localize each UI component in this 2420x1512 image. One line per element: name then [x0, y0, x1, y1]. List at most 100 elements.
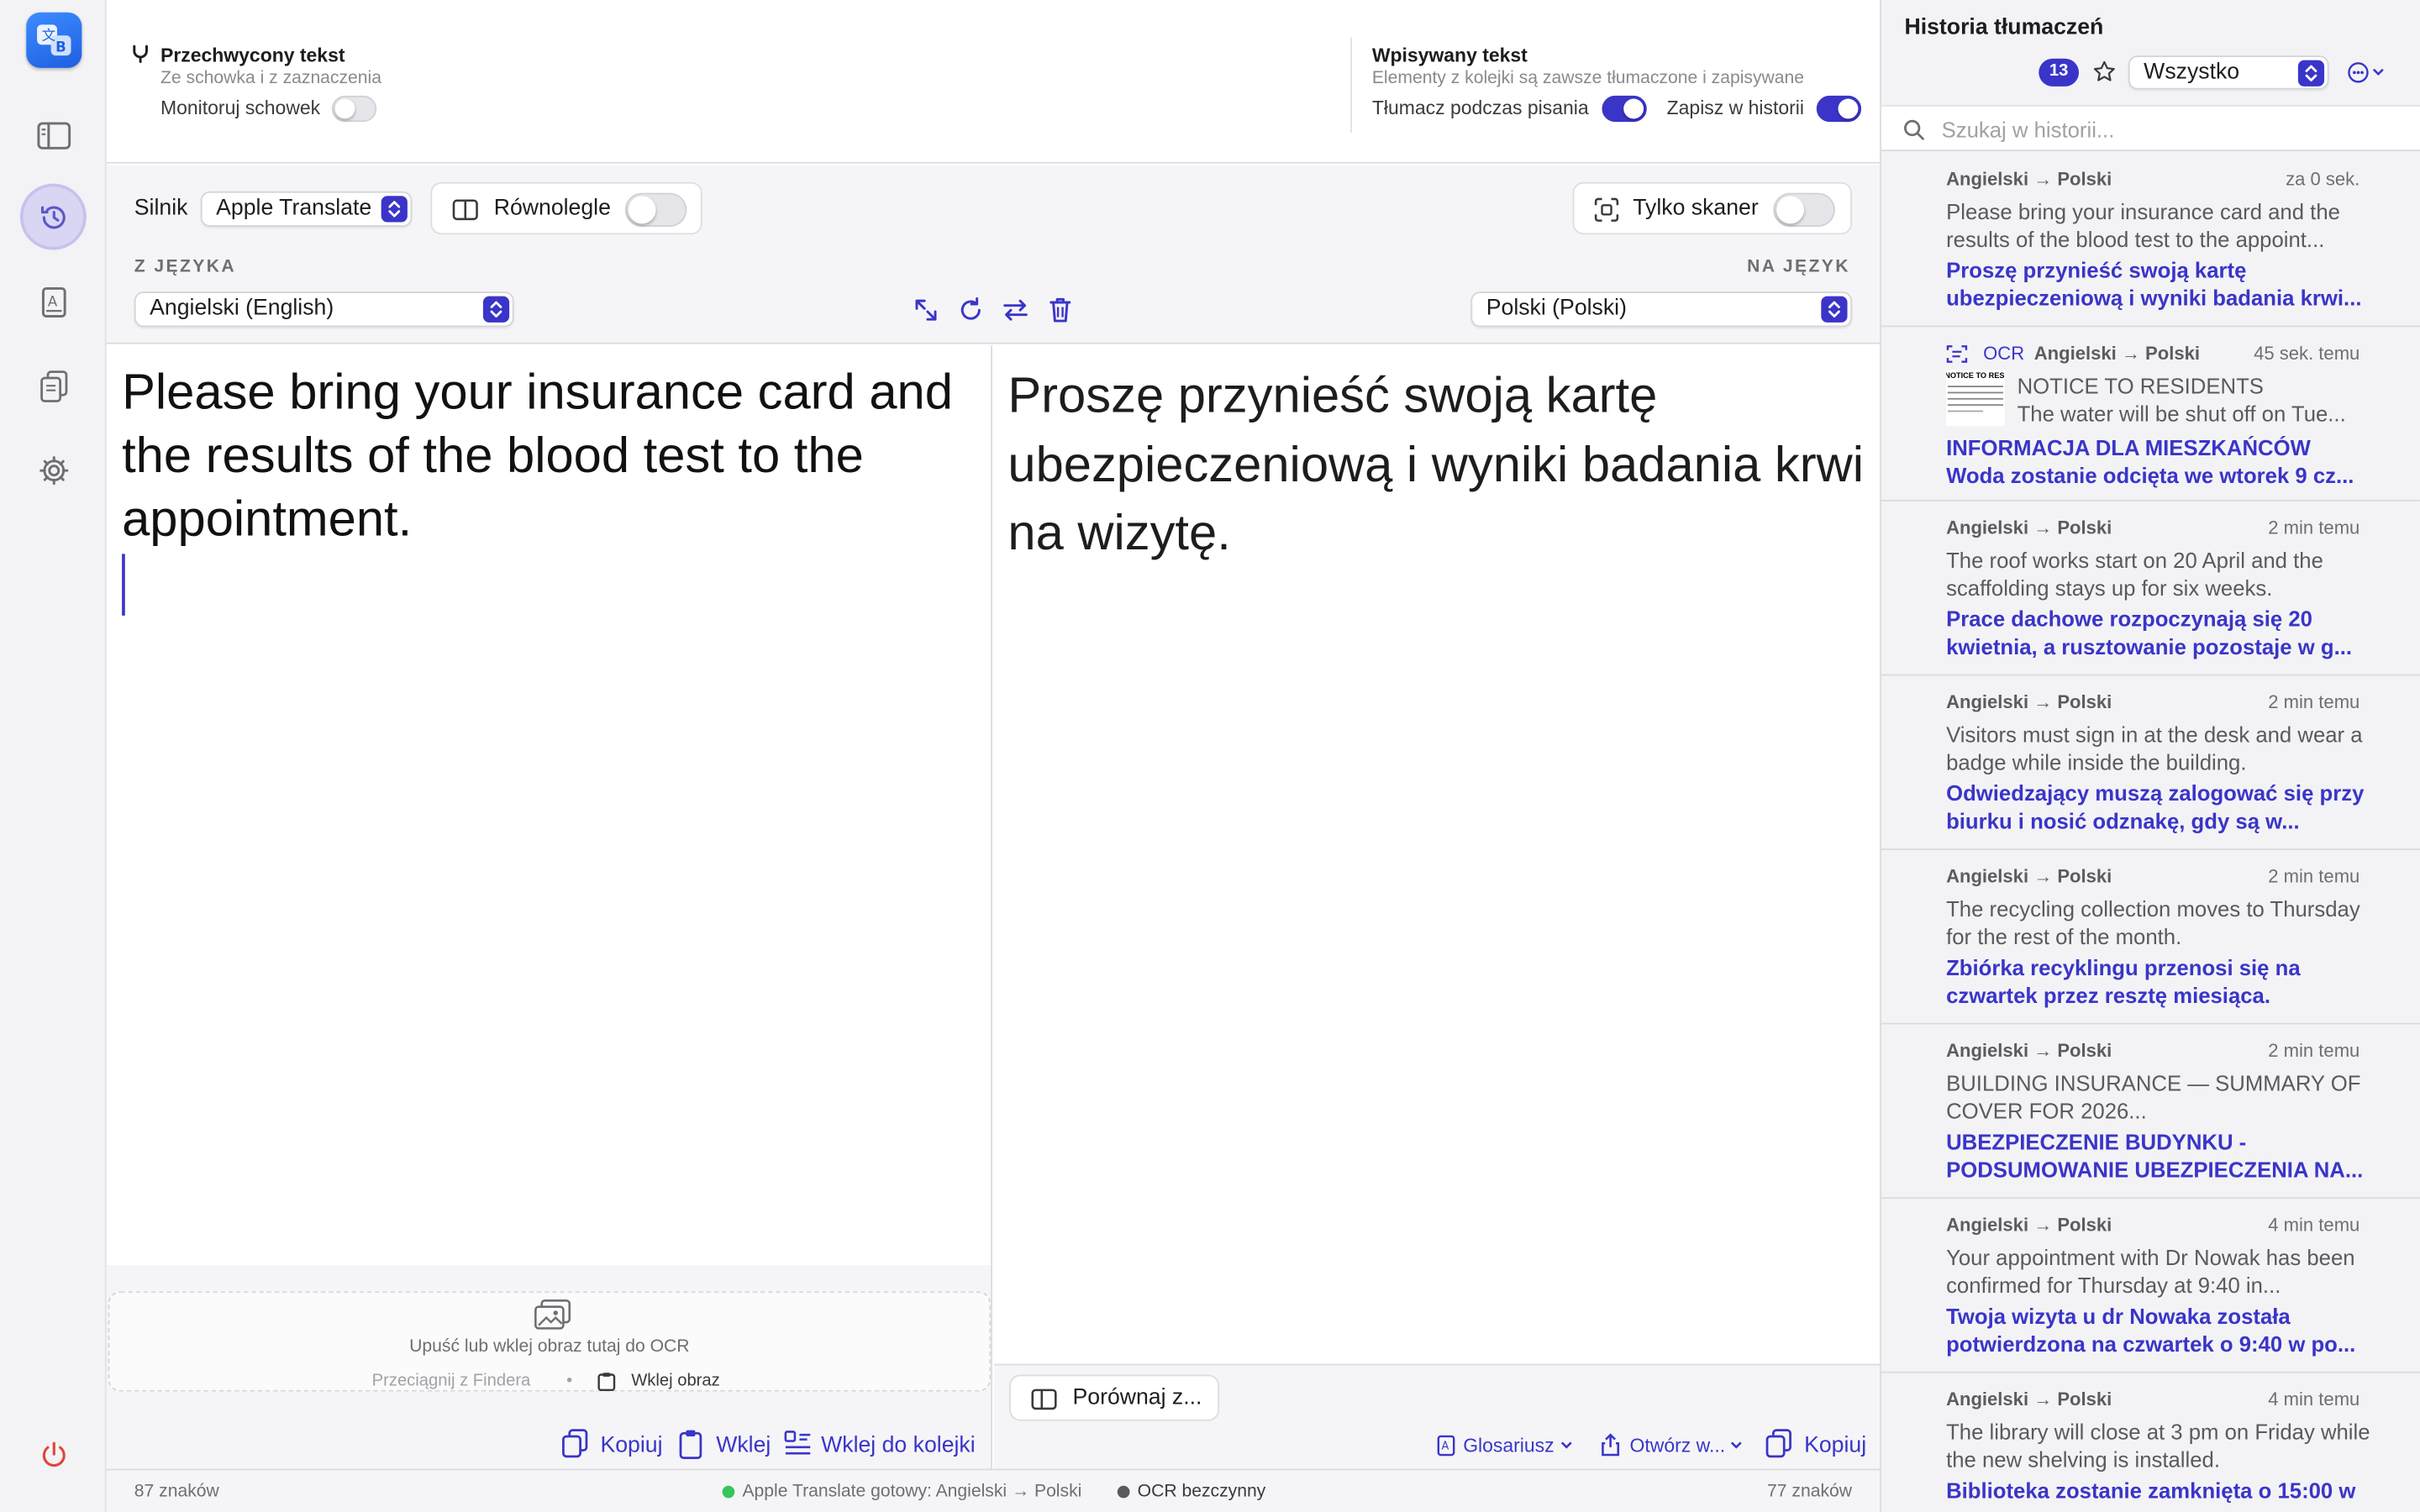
paste-to-queue-button[interactable]: Wklej do kolejki — [821, 1433, 976, 1457]
to-language-header: NA JĘZYK — [1747, 257, 1850, 276]
engine-select[interactable]: Apple Translate — [200, 191, 413, 227]
history-item-source: Please bring your insurance card and the… — [1946, 198, 2340, 251]
history-item[interactable]: Angielski → Polski 4 min temu Your appoi… — [1881, 1199, 2420, 1373]
scanner-label: Tylko skaner — [1633, 196, 1759, 221]
monitor-clipboard-toggle[interactable] — [331, 95, 377, 123]
to-language-select[interactable]: Polski (Polski) — [1470, 291, 1853, 328]
divider — [1350, 37, 1352, 133]
translate-while-typing-toggle[interactable] — [1602, 95, 1647, 123]
engine-value: Apple Translate — [216, 196, 372, 221]
history-item-source-line2: The water will be shut off on Tue... — [2017, 401, 2346, 426]
compare-button[interactable]: Porównaj z... — [1009, 1374, 1219, 1421]
history-item-source: The library will close at 3 pm on Friday… — [1946, 1419, 2370, 1472]
history-item[interactable]: Angielski → Polski 2 min temu The recycl… — [1881, 850, 2420, 1025]
chevron-down-icon — [1730, 1441, 1742, 1449]
swap-languages-icon[interactable] — [1000, 295, 1034, 328]
dictionary-nav-icon[interactable]: A — [20, 269, 87, 335]
paste-image-button[interactable]: Wklej obraz — [631, 1372, 720, 1390]
translation-output: Proszę przynieść swoją kartę ubezpieczen… — [993, 345, 1881, 1364]
save-history-toggle[interactable] — [1816, 95, 1862, 123]
search-icon — [1904, 119, 1924, 140]
history-item[interactable]: Angielski → Polski 2 min temu Visitors m… — [1881, 675, 2420, 851]
share-icon — [1602, 1433, 1620, 1457]
history-item-time: 4 min temu — [2268, 1214, 2360, 1236]
scanner-toggle[interactable] — [1773, 192, 1835, 227]
history-item-translation: Twoja wizyta u dr Nowaka została potwier… — [1946, 1304, 2356, 1356]
from-language-select[interactable]: Angielski (English) — [134, 291, 514, 328]
status-bar: 87 znaków Apple Translate gotowy: Angiel… — [106, 1468, 1881, 1512]
parallel-toggle[interactable] — [624, 192, 687, 227]
history-item-languages: Angielski → Polski — [1946, 517, 2112, 539]
history-title: Historia tłumaczeń — [1904, 15, 2104, 40]
history-item-translation: Proszę przynieść swoją kartę ubezpieczen… — [1946, 257, 2362, 310]
status-dot-icon — [722, 1485, 735, 1499]
source-text-editor[interactable]: Please bring your insurance card and the… — [106, 345, 992, 1266]
power-icon[interactable] — [20, 1421, 87, 1488]
source-copy-button[interactable]: Kopiuj — [600, 1433, 662, 1457]
history-search-input[interactable] — [1941, 113, 2390, 145]
compare-label: Porównaj z... — [1072, 1385, 1202, 1410]
save-history-label: Zapisz w historii — [1666, 97, 1804, 119]
parallel-group: Równolegle — [430, 181, 702, 235]
source-paste-button[interactable]: Wklej — [716, 1433, 771, 1457]
history-item-time: za 0 sek. — [2286, 168, 2360, 190]
svg-text:B: B — [55, 39, 66, 55]
app-sidebar-rail: 文B A — [0, 0, 107, 1512]
chevron-updown-icon — [2297, 60, 2325, 87]
thumbnail-text: NOTICE TO RESIDENTS — [1946, 371, 2005, 381]
glossary-menu[interactable]: Glosariusz — [1463, 1435, 1554, 1457]
engine-status-text: Apple Translate gotowy: Angielski → Pols… — [742, 1483, 1082, 1502]
ocr-status: OCR bezczynny — [1117, 1483, 1266, 1502]
from-language-value: Angielski (English) — [150, 296, 334, 322]
history-item-translation: Zbiórka recyklingu przenosi się na czwar… — [1946, 954, 2301, 1007]
history-item-translation: UBEZPIECZENIE BUDYNKU - PODSUMOWANIE UBE… — [1946, 1129, 2364, 1181]
engine-status: Apple Translate gotowy: Angielski → Pols… — [722, 1483, 1082, 1502]
history-item[interactable]: OCR Angielski → Polski 45 sek. temu NOTI… — [1881, 327, 2420, 501]
settings-gear-icon[interactable] — [20, 437, 87, 503]
ocr-drop-zone[interactable]: Upuść lub wklej obraz tutaj do OCR Przec… — [108, 1291, 992, 1392]
star-icon[interactable] — [2093, 60, 2117, 84]
refresh-icon[interactable] — [955, 295, 989, 328]
history-filter-select[interactable]: Wszystko — [2128, 55, 2329, 90]
expand-icon[interactable] — [911, 295, 944, 328]
documents-nav-icon[interactable] — [20, 354, 87, 420]
images-icon — [534, 1299, 571, 1330]
translation-toolbar: Silnik Apple Translate Równolegle Tylko … — [106, 165, 1881, 344]
history-item-time: 4 min temu — [2268, 1389, 2360, 1410]
history-item[interactable]: Angielski → Polski za 0 sek. Please brin… — [1881, 152, 2420, 328]
columns-icon — [452, 199, 478, 221]
paste-queue-icon — [784, 1431, 811, 1455]
typed-subtitle: Elementy z kolejki są zawsze tłumaczone … — [1371, 69, 1805, 88]
target-char-count: 77 znaków — [1767, 1483, 1853, 1502]
from-language-header: Z JĘZYKA — [134, 257, 237, 276]
history-item[interactable]: Angielski → Polski 2 min temu BUILDING I… — [1881, 1024, 2420, 1200]
history-item[interactable]: Angielski → Polski 2 min temu The roof w… — [1881, 501, 2420, 676]
history-item-source: The roof works start on 20 April and the… — [1946, 548, 2323, 600]
history-item-source: BUILDING INSURANCE — SUMMARY OF COVER FO… — [1946, 1070, 2361, 1123]
translation-copy-button[interactable]: Kopiuj — [1804, 1433, 1866, 1457]
ocr-drop-message: Upuść lub wklej obraz tutaj do OCR — [409, 1337, 690, 1357]
history-item[interactable]: Angielski → Polski 4 min temu The librar… — [1881, 1373, 2420, 1512]
copy-icon — [1765, 1429, 1791, 1458]
open-in-menu[interactable]: Otwórz w... — [1630, 1435, 1726, 1457]
history-item-source: The recycling collection moves to Thursd… — [1946, 896, 2360, 948]
history-item-time: 2 min temu — [2268, 865, 2360, 888]
history-item-languages: Angielski → Polski — [1946, 865, 2112, 888]
chevron-updown-icon — [381, 196, 408, 223]
history-item-languages: Angielski → Polski — [1946, 168, 2112, 190]
history-item-source: NOTICE TO RESIDENTS — [2017, 373, 2264, 398]
ocr-status-text: OCR bezczynny — [1137, 1483, 1266, 1502]
main-translator: Przechwycony tekst Ze schowka i z zaznac… — [106, 0, 1881, 1512]
history-item-languages: Angielski → Polski — [1946, 690, 2112, 713]
history-item-time: 2 min temu — [2268, 690, 2360, 713]
sidebar-toggle-icon[interactable] — [20, 102, 87, 168]
history-list: Angielski → Polski za 0 sek. Please brin… — [1881, 152, 2420, 1512]
separator-dot: • — [566, 1371, 573, 1390]
typed-title: Wpisywany tekst — [1371, 45, 1528, 66]
source-text[interactable]: Please bring your insurance card and the… — [122, 361, 980, 551]
history-item-time: 2 min temu — [2268, 1039, 2360, 1062]
more-options-icon[interactable] — [2348, 61, 2394, 83]
history-nav-icon[interactable] — [19, 183, 87, 250]
engine-label: Silnik — [134, 196, 188, 221]
trash-icon[interactable] — [1044, 295, 1078, 328]
